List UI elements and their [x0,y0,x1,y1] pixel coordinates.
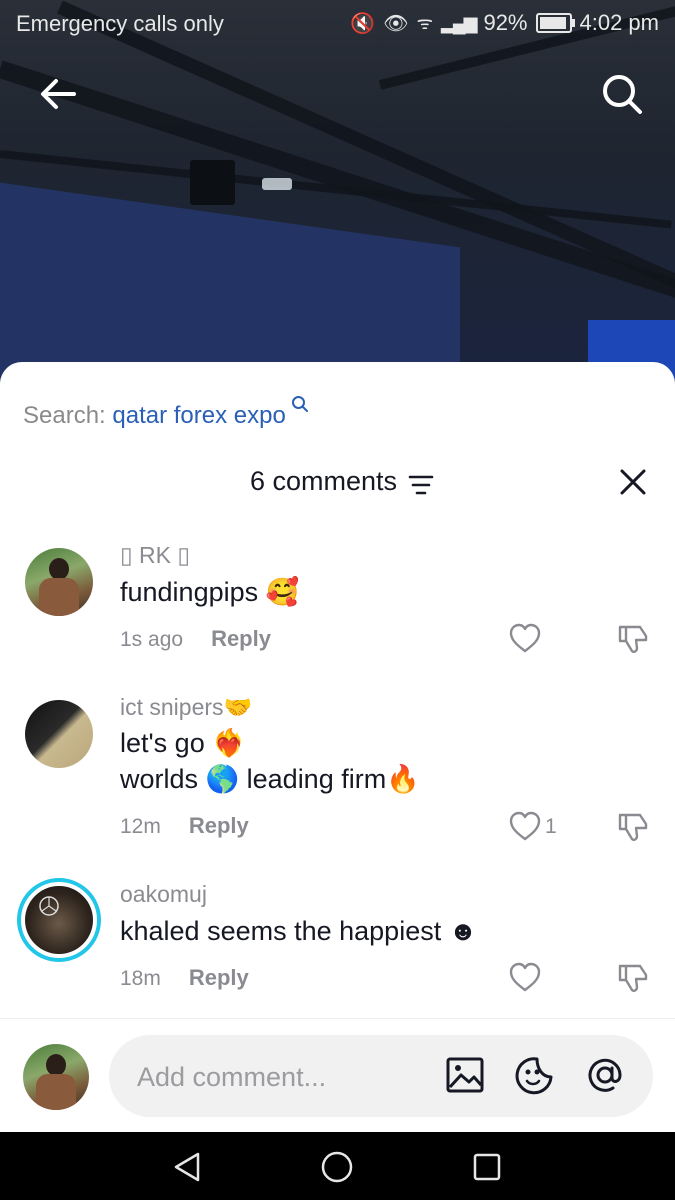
system-nav-bar [0,1132,675,1200]
image-icon[interactable] [445,1055,485,1095]
nav-home-icon[interactable] [320,1150,354,1184]
battery-percent: 92% [483,10,528,35]
carrier-text: Emergency calls only [16,11,224,36]
thumbs-down-icon[interactable] [616,622,650,656]
thumbs-down-icon[interactable] [616,961,650,995]
avatar[interactable] [25,548,93,616]
search-prefix: Search: [23,402,106,429]
divider [0,1018,675,1019]
reply-button[interactable]: Reply [189,813,249,838]
heart-icon[interactable] [508,810,542,844]
nav-back-icon[interactable] [170,1150,204,1184]
comment-meta: 18m Reply [120,965,249,991]
eye-icon: 👁 [383,12,409,35]
comment-time: 18m [120,967,161,990]
heart-icon[interactable] [508,622,542,656]
comment-text: khaled seems the happiest ☻ [120,916,478,946]
comment-username[interactable]: ▯ RK ▯ [120,542,190,569]
like-count: 1 [545,815,557,838]
comment-time: 1s ago [120,628,184,651]
comment-text: fundingpips 🥰 [120,577,300,607]
avatar[interactable] [25,700,93,768]
back-arrow-icon[interactable] [36,72,80,116]
signal-icon: ▂▄▆ [441,12,477,33]
comment-meta: 1s ago Reply [120,626,271,652]
comment-text: worlds 🌎 leading firm🔥 [120,764,420,794]
comment-time: 12m [120,815,161,838]
wifi-icon: ᯤ [416,13,433,33]
mute-icon: 🔇 [350,12,376,35]
avatar[interactable] [25,886,93,954]
video-background [0,0,675,400]
emoji-icon[interactable] [515,1055,555,1095]
comment-username[interactable]: oakomuj [120,881,207,908]
filter-icon[interactable] [408,474,434,501]
user-avatar [23,1044,89,1110]
close-icon[interactable] [617,466,649,498]
battery-icon [535,13,575,33]
reply-button[interactable]: Reply [211,626,271,651]
comment-username[interactable]: ict snipers🤝 [120,694,252,721]
comment-input[interactable] [135,1057,429,1097]
comment-meta: 12m Reply [120,813,249,839]
thumbs-down-icon[interactable] [616,810,650,844]
comments-count-title: 6 comments [249,466,398,496]
status-bar: Emergency calls only 🔇 👁 ᯤ ▂▄▆ 92% 4:02 … [0,0,675,46]
clock: 4:02 pm [579,10,660,35]
search-term[interactable]: qatar forex expo [112,402,285,429]
reply-button[interactable]: Reply [189,965,249,990]
at-icon[interactable] [585,1055,625,1095]
search-suggestion[interactable]: Search: qatar forex expo [23,395,309,430]
heart-icon[interactable] [508,961,542,995]
comment-composer[interactable] [109,1035,653,1117]
comment-text: let's go ❤️‍🔥 [120,728,246,758]
search-icon[interactable] [600,72,644,116]
nav-recents-icon[interactable] [470,1150,504,1184]
search-small-icon [291,396,308,412]
